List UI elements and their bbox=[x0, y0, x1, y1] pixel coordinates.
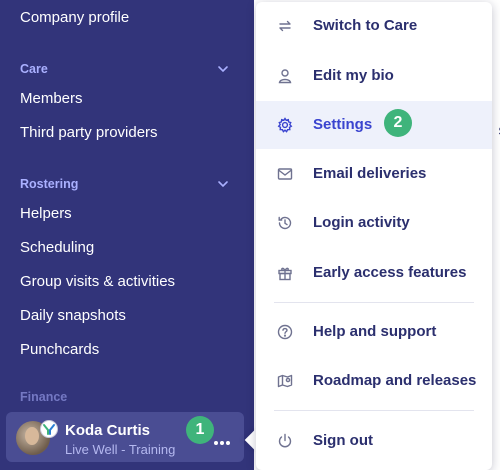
gift-icon bbox=[276, 264, 294, 282]
user-organization: Live Well - Training bbox=[65, 442, 176, 457]
sidebar-section-finance[interactable]: Finance bbox=[20, 390, 67, 404]
menu-item-early-access-features[interactable]: Early access features bbox=[256, 249, 492, 297]
menu-item-label: Settings bbox=[313, 116, 373, 133]
envelope-icon bbox=[276, 165, 294, 183]
menu-item-label: Early access features bbox=[313, 264, 467, 281]
sidebar-section-rostering[interactable]: Rostering bbox=[20, 177, 78, 191]
menu-item-label: Login activity bbox=[313, 214, 410, 231]
chevron-down-icon[interactable] bbox=[216, 177, 230, 191]
step-badge-1: 1 bbox=[186, 416, 214, 444]
org-logo-icon bbox=[40, 420, 58, 438]
sidebar: Company profile Care Members Third party… bbox=[0, 0, 254, 470]
history-clock-icon bbox=[276, 214, 294, 232]
help-circle-icon bbox=[276, 323, 294, 341]
menu-item-label: Roadmap and releases bbox=[313, 372, 477, 389]
power-icon bbox=[276, 432, 294, 450]
menu-item-roadmap-and-releases[interactable]: Roadmap and releases bbox=[256, 357, 492, 405]
sidebar-item-scheduling[interactable]: Scheduling bbox=[20, 239, 94, 256]
menu-item-label: Help and support bbox=[313, 323, 437, 340]
menu-divider bbox=[274, 302, 474, 303]
menu-item-edit-my-bio[interactable]: Edit my bio bbox=[256, 52, 492, 100]
chevron-down-icon[interactable] bbox=[216, 62, 230, 76]
menu-item-email-deliveries[interactable]: Email deliveries bbox=[256, 150, 492, 198]
menu-item-help-and-support[interactable]: Help and support bbox=[256, 308, 492, 356]
person-icon bbox=[276, 67, 294, 85]
menu-item-label: Switch to Care bbox=[313, 17, 418, 34]
map-pin-icon bbox=[276, 372, 294, 390]
sidebar-item-daily-snapshots[interactable]: Daily snapshots bbox=[20, 307, 126, 324]
menu-item-label: Email deliveries bbox=[313, 165, 427, 182]
switch-arrows-icon bbox=[276, 17, 294, 35]
sidebar-item-third-party-providers[interactable]: Third party providers bbox=[20, 124, 158, 141]
menu-item-settings[interactable]: Settings bbox=[256, 101, 492, 149]
more-options-icon[interactable] bbox=[214, 432, 236, 446]
sidebar-item-punchcards[interactable]: Punchcards bbox=[20, 341, 99, 358]
sidebar-item-group-visits[interactable]: Group visits & activities bbox=[20, 273, 175, 290]
sidebar-item-members[interactable]: Members bbox=[20, 90, 83, 107]
menu-item-sign-out[interactable]: Sign out bbox=[256, 417, 492, 465]
sidebar-item-helpers[interactable]: Helpers bbox=[20, 205, 72, 222]
menu-divider bbox=[274, 410, 474, 411]
step-badge-2: 2 bbox=[384, 109, 412, 137]
user-menu: Switch to Care Edit my bio Settings Emai… bbox=[256, 2, 492, 470]
gear-icon bbox=[276, 116, 294, 134]
menu-item-switch-to-care[interactable]: Switch to Care bbox=[256, 2, 492, 50]
menu-item-login-activity[interactable]: Login activity bbox=[256, 199, 492, 247]
user-name: Koda Curtis bbox=[65, 422, 151, 439]
menu-item-label: Sign out bbox=[313, 432, 373, 449]
sidebar-section-care[interactable]: Care bbox=[20, 62, 48, 76]
menu-item-label: Edit my bio bbox=[313, 67, 394, 84]
sidebar-item-company-profile[interactable]: Company profile bbox=[20, 9, 129, 26]
